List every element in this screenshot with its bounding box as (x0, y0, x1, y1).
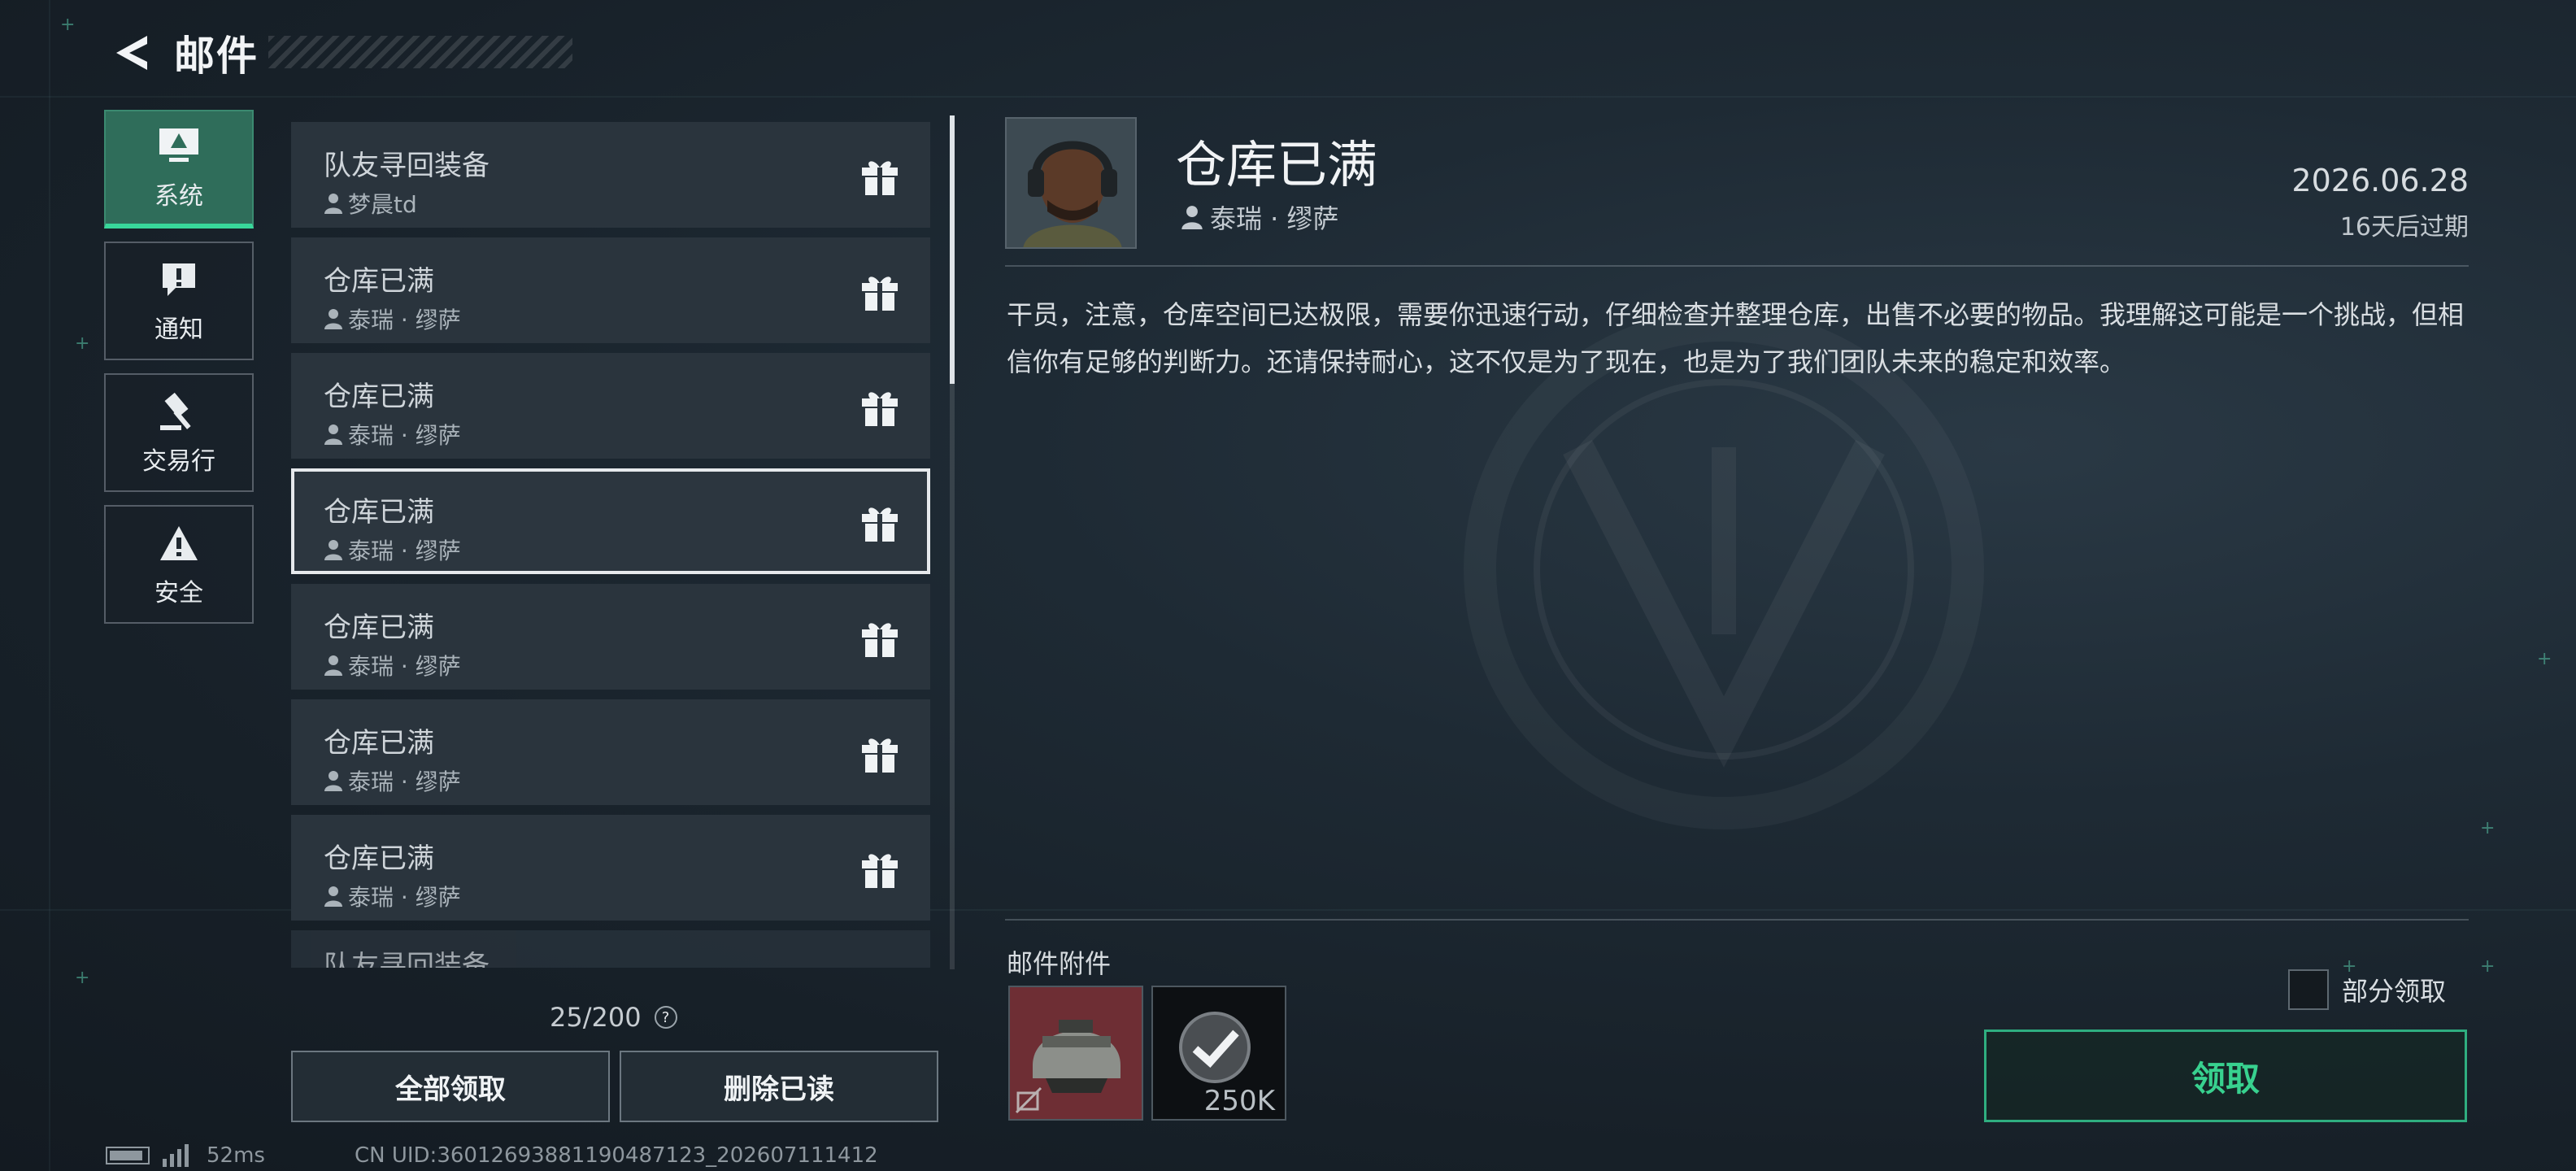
battery-icon (106, 1147, 150, 1164)
mail-item[interactable]: 仓库已满 泰瑞 · 缪萨 (291, 815, 930, 921)
mail-sender-name: 泰瑞 · 缪萨 (348, 884, 461, 911)
claim-button[interactable]: 领取 (1984, 1030, 2467, 1122)
mail-item-selected[interactable]: 仓库已满 泰瑞 · 缪萨 (291, 468, 930, 574)
mail-sender-name: 泰瑞 · 缪萨 (348, 768, 461, 795)
no-insure-icon (1015, 1086, 1042, 1114)
mail-list-scrollbar[interactable] (950, 115, 955, 969)
sender-avatar (1005, 117, 1137, 249)
mail-item[interactable]: 仓库已满 泰瑞 · 缪萨 (291, 237, 930, 343)
warning-triangle-icon (156, 520, 202, 566)
partial-claim-checkbox[interactable] (2288, 969, 2329, 1010)
category-market[interactable]: 交易行 (104, 373, 254, 492)
gift-icon (862, 276, 898, 311)
mail-detail-sender-name: 泰瑞 · 缪萨 (1210, 203, 1339, 234)
page-title: 邮件 (174, 33, 259, 80)
back-button[interactable] (106, 27, 158, 79)
signal-icon (163, 1144, 192, 1167)
attachment-quantity: 250K (1203, 1085, 1275, 1117)
delete-read-button[interactable]: 删除已读 (620, 1051, 938, 1122)
person-icon (324, 655, 342, 676)
gift-icon (862, 623, 898, 657)
mail-count-value: 25/200 (550, 1002, 642, 1033)
status-bar: 52ms CN UID:36012693881190487123_2026071… (106, 1143, 878, 1168)
mail-sender: 泰瑞 · 缪萨 (324, 303, 461, 335)
mail-title: 仓库已满 (324, 612, 434, 644)
category-label: 系统 (154, 182, 203, 211)
gift-icon (862, 161, 898, 195)
mail-sender: 泰瑞 · 缪萨 (324, 649, 461, 681)
gift-icon (862, 854, 898, 888)
mail-detail-sender: 泰瑞 · 缪萨 (1181, 198, 1339, 236)
emblem-watermark (1464, 309, 1984, 829)
mail-title: 仓库已满 (324, 265, 434, 298)
mail-title: 队友寻回装备 (324, 950, 490, 968)
category-label: 通知 (154, 316, 203, 344)
gift-icon (862, 738, 898, 773)
scroll-thumb[interactable] (950, 115, 955, 384)
mail-item[interactable]: 仓库已满 泰瑞 · 缪萨 (291, 584, 930, 690)
mail-body: 干员，注意，仓库空间已达极限，需要你迅速行动，仔细检查并整理仓库，出售不必要的物… (1007, 299, 2465, 377)
person-icon (324, 309, 342, 329)
attachments-label: 邮件附件 (1007, 948, 1112, 979)
mail-sender: 泰瑞 · 缪萨 (324, 764, 461, 797)
help-icon[interactable]: ? (654, 1006, 677, 1029)
person-icon (1181, 206, 1203, 229)
alert-message-icon (156, 257, 202, 303)
gavel-icon (156, 389, 202, 434)
category-security[interactable]: 安全 (104, 505, 254, 624)
mail-item[interactable]: 仓库已满 泰瑞 · 缪萨 (291, 353, 930, 459)
attachment-helmet[interactable] (1008, 986, 1143, 1121)
category-nav: 系统 通知 交易行 安全 (104, 110, 254, 637)
gift-icon (862, 507, 898, 542)
mail-sender: 泰瑞 · 缪萨 (324, 880, 461, 912)
person-icon (324, 886, 342, 907)
detail-divider-bottom (1005, 919, 2469, 921)
ping-value: 52ms (207, 1143, 265, 1168)
detail-divider-top (1005, 265, 2469, 267)
mail-sender: 梦晨td (324, 187, 417, 220)
mail-sender-name: 梦晨td (348, 191, 417, 218)
monitor-icon (156, 124, 202, 169)
mail-sender-name: 泰瑞 · 缪萨 (348, 422, 461, 449)
page-header: 邮件 (106, 24, 259, 81)
partial-claim-label: 部分领取 (2342, 976, 2447, 1007)
mail-title: 仓库已满 (324, 496, 434, 529)
attachment-currency[interactable]: 250K (1151, 986, 1286, 1121)
mail-sender: 泰瑞 · 缪萨 (324, 533, 461, 566)
category-label: 交易行 (142, 447, 215, 476)
partial-claim-toggle[interactable]: 部分领取 (2288, 969, 2446, 1010)
mail-list[interactable]: 队友寻回装备 梦晨td 仓库已满 泰瑞 · 缪萨 仓库已满 泰瑞 · 缪萨 仓库… (291, 122, 930, 968)
mail-item[interactable]: 仓库已满 泰瑞 · 缪萨 (291, 699, 930, 805)
mail-item[interactable]: 队友寻回装备 梦晨td (291, 122, 930, 228)
mail-sender-name: 泰瑞 · 缪萨 (348, 307, 461, 333)
user-uid: CN UID:36012693881190487123_202607111412 (354, 1143, 878, 1168)
person-icon (324, 194, 342, 214)
category-label: 安全 (154, 579, 203, 607)
person-icon (324, 771, 342, 791)
mail-detail-title: 仓库已满 (1176, 135, 1378, 194)
mail-sender-name: 泰瑞 · 缪萨 (348, 653, 461, 680)
mail-title: 仓库已满 (324, 381, 434, 413)
mail-expire: 16天后过期 (2339, 213, 2469, 242)
mail-item[interactable]: 队友寻回装备 (291, 930, 930, 968)
mail-title: 队友寻回装备 (324, 150, 490, 182)
category-notice[interactable]: 通知 (104, 242, 254, 360)
person-icon (324, 424, 342, 445)
mail-sender: 泰瑞 · 缪萨 (324, 418, 461, 451)
mail-title: 仓库已满 (324, 727, 434, 760)
gift-icon (862, 392, 898, 426)
title-decoration (268, 36, 572, 68)
back-arrow-icon (116, 36, 147, 70)
mail-title: 仓库已满 (324, 842, 434, 875)
claim-all-button[interactable]: 全部领取 (291, 1051, 610, 1122)
person-icon (324, 540, 342, 560)
mail-count: 25/200 ? (550, 1002, 677, 1033)
category-system[interactable]: 系统 (104, 110, 254, 229)
checkmark-coin-icon (1179, 1012, 1251, 1083)
mail-date: 2026.06.28 (2291, 163, 2469, 198)
mail-sender-name: 泰瑞 · 缪萨 (348, 538, 461, 564)
